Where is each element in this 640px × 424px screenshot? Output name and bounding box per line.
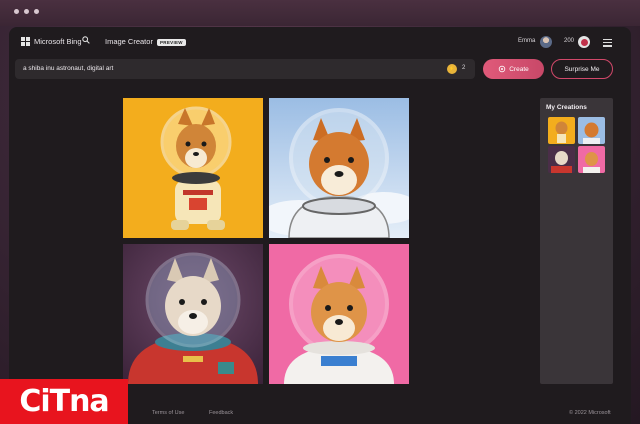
shiba-astronaut-image — [284, 254, 394, 384]
window-dot[interactable] — [24, 9, 29, 14]
create-label: Create — [509, 65, 529, 73]
boost-count: 2 — [462, 65, 466, 71]
windows-logo-icon — [21, 37, 30, 46]
prompt-text[interactable]: a shiba inu astronaut, digital art — [23, 65, 113, 72]
thumbnail-image — [583, 122, 600, 144]
coin-count: 200 — [564, 38, 575, 44]
creation-thumbnail[interactable] — [548, 117, 575, 144]
browser-chrome — [0, 0, 640, 26]
thumbnail-image — [551, 151, 572, 173]
citna-watermark-logo: CiTna — [0, 379, 128, 424]
my-creations-title: My Creations — [546, 104, 587, 111]
top-bar: Microsoft Bing Image Creator PREVIEW Emm… — [9, 27, 631, 59]
thumbnail-image — [583, 152, 600, 173]
shiba-astronaut-image — [160, 106, 232, 230]
window-dots — [14, 9, 39, 14]
prompt-input[interactable]: a shiba inu astronaut, digital art ⚡ 2 — [15, 59, 475, 79]
watermark-text: CiTna — [19, 384, 109, 419]
creation-thumbnail[interactable] — [548, 146, 575, 173]
create-button[interactable]: Create — [483, 59, 544, 79]
generated-image-2[interactable] — [269, 98, 409, 238]
my-creations-panel: My Creations — [540, 98, 613, 384]
creation-thumbnail[interactable] — [578, 146, 605, 173]
creation-thumbnail[interactable] — [578, 117, 605, 144]
sparkle-icon — [499, 65, 506, 73]
surprise-label: Surprise Me — [564, 65, 600, 73]
window-dot[interactable] — [14, 9, 19, 14]
user-name[interactable]: Emma — [518, 38, 535, 44]
window-dot[interactable] — [34, 9, 39, 14]
hamburger-menu-icon[interactable] — [603, 39, 612, 49]
rewards-medal-icon[interactable] — [578, 36, 590, 48]
bing-brand[interactable]: Microsoft Bing — [21, 37, 82, 46]
brand-name: Microsoft Bing — [34, 37, 82, 46]
copyright-text: © 2022 Microsoft — [569, 410, 611, 416]
generated-image-1[interactable] — [123, 98, 263, 238]
image-creator-app: Microsoft Bing Image Creator PREVIEW Emm… — [9, 27, 631, 424]
product-title[interactable]: Image Creator — [105, 37, 153, 46]
generated-image-3[interactable] — [123, 244, 263, 384]
generated-image-4[interactable] — [269, 244, 409, 384]
surprise-me-button[interactable]: Surprise Me — [551, 59, 613, 79]
shiba-astronaut-image — [269, 108, 409, 238]
boost-coin-icon: ⚡ — [447, 64, 457, 74]
feedback-link[interactable]: Feedback — [209, 410, 233, 416]
avatar[interactable] — [540, 36, 552, 48]
shiba-astronaut-image — [128, 252, 258, 384]
thumbnail-image — [555, 121, 568, 143]
search-icon[interactable] — [82, 36, 90, 44]
preview-badge: PREVIEW — [157, 39, 186, 46]
terms-link[interactable]: Terms of Use — [152, 410, 184, 416]
